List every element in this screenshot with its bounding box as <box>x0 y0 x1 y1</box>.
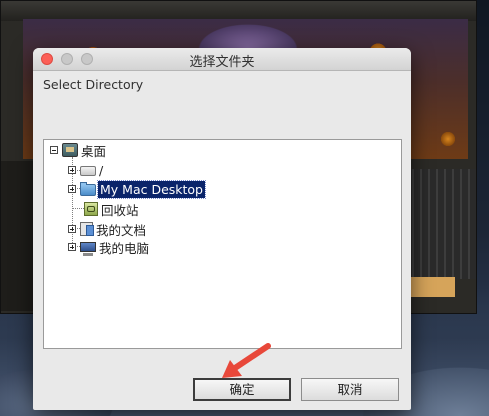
recycle-bin-icon <box>84 202 98 216</box>
computer-icon <box>80 242 96 256</box>
tree-item-my-computer[interactable]: 我的电脑 <box>68 238 149 256</box>
background-app-panel <box>406 169 476 279</box>
dialog-title: 选择文件夹 <box>189 55 255 70</box>
expand-toggle[interactable] <box>68 166 76 174</box>
tree-item-label: 桌面 <box>81 143 107 159</box>
dialog-prompt: Select Directory <box>43 77 144 92</box>
expand-toggle[interactable] <box>68 243 76 251</box>
cancel-button[interactable]: 取消 <box>301 378 399 401</box>
documents-icon <box>80 222 94 236</box>
tree-item-recycle-bin[interactable]: 回收站 <box>80 200 139 218</box>
collapse-toggle[interactable] <box>50 146 58 154</box>
tree-item-label: / <box>99 162 104 178</box>
dialog-titlebar: 选择文件夹 <box>33 48 411 71</box>
tree-item-root-drive[interactable]: / <box>68 161 103 179</box>
tree-item-label: 回收站 <box>101 202 139 218</box>
folder-icon <box>80 181 96 196</box>
background-app-titlebar <box>1 1 476 21</box>
drive-icon <box>80 166 96 176</box>
tree-item-label: 我的电脑 <box>99 240 150 256</box>
background-app-bar <box>409 277 455 297</box>
folder-tree[interactable]: 桌面 / My Mac Desktop 回收站 我的文档 我的电脑 <box>43 139 402 349</box>
annotation-arrow-icon <box>222 343 271 378</box>
tree-item-my-mac-desktop[interactable]: My Mac Desktop <box>68 179 206 199</box>
tree-item-desktop[interactable]: 桌面 <box>50 141 106 159</box>
tree-item-my-documents[interactable]: 我的文档 <box>68 220 146 238</box>
tree-item-label: 我的文档 <box>96 222 147 238</box>
tree-item-label-selected: My Mac Desktop <box>97 179 206 199</box>
expand-toggle[interactable] <box>68 225 76 233</box>
expand-toggle[interactable] <box>68 185 76 193</box>
desktop-icon <box>62 143 78 157</box>
